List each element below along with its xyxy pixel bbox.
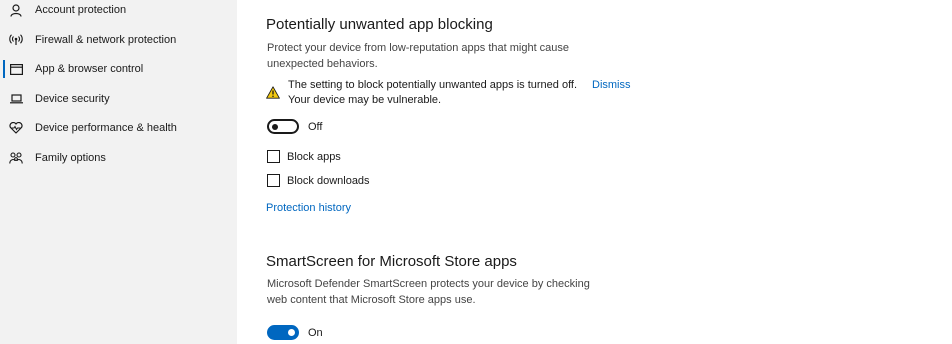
block-apps-checkbox[interactable] xyxy=(267,150,280,163)
sidebar-item-app-browser-control[interactable]: App & browser control xyxy=(0,57,237,81)
laptop-icon xyxy=(9,92,23,106)
warning-line-1: The setting to block potentially unwante… xyxy=(288,79,578,91)
sidebar-item-firewall[interactable]: Firewall & network protection xyxy=(0,28,237,52)
sidebar-item-device-security[interactable]: Device security xyxy=(0,87,237,111)
person-icon xyxy=(9,3,23,17)
sidebar-item-label: Family options xyxy=(35,152,106,164)
warning-icon xyxy=(266,86,280,99)
family-icon xyxy=(9,151,23,165)
toggle-knob xyxy=(272,123,278,130)
dismiss-link[interactable]: Dismiss xyxy=(592,78,631,93)
pua-section-title: Potentially unwanted app blocking xyxy=(266,16,493,33)
wireless-icon xyxy=(9,33,23,47)
sidebar-nav: Account protection Firewall & network pr… xyxy=(0,0,237,344)
heart-icon xyxy=(9,121,23,135)
sidebar-item-label: Firewall & network protection xyxy=(35,34,177,46)
pua-warning-message: The setting to block potentially unwante… xyxy=(288,78,598,108)
smartscreen-toggle-switch[interactable] xyxy=(267,325,299,340)
block-downloads-checkbox[interactable] xyxy=(267,174,280,187)
sidebar-item-label: App & browser control xyxy=(35,63,144,75)
sidebar-item-label: Device security xyxy=(35,93,110,105)
main-content: Potentially unwanted app blocking Protec… xyxy=(237,0,952,344)
sidebar-item-device-performance[interactable]: Device performance & health xyxy=(0,116,237,140)
smartscreen-description: Microsoft Defender SmartScreen protects … xyxy=(267,278,590,306)
sidebar-item-family-options[interactable]: Family options xyxy=(0,146,237,170)
browser-window-icon xyxy=(9,62,23,76)
sidebar-item-label: Device performance & health xyxy=(35,122,177,134)
smartscreen-toggle-label: On xyxy=(308,327,323,339)
sidebar-item-label: Account protection xyxy=(35,4,127,16)
toggle-knob xyxy=(288,329,295,336)
smartscreen-section-title: SmartScreen for Microsoft Store apps xyxy=(266,253,517,270)
sidebar-item-account-protection[interactable]: Account protection xyxy=(0,0,237,22)
protection-history-link[interactable]: Protection history xyxy=(266,202,351,214)
block-apps-label[interactable]: Block apps xyxy=(287,151,341,163)
pua-toggle-switch[interactable] xyxy=(267,119,299,134)
warning-line-2: Your device may be vulnerable. xyxy=(288,94,442,106)
block-downloads-label[interactable]: Block downloads xyxy=(287,175,370,187)
pua-toggle-label: Off xyxy=(308,121,323,133)
pua-description: Protect your device from low-reputation … xyxy=(267,42,570,70)
